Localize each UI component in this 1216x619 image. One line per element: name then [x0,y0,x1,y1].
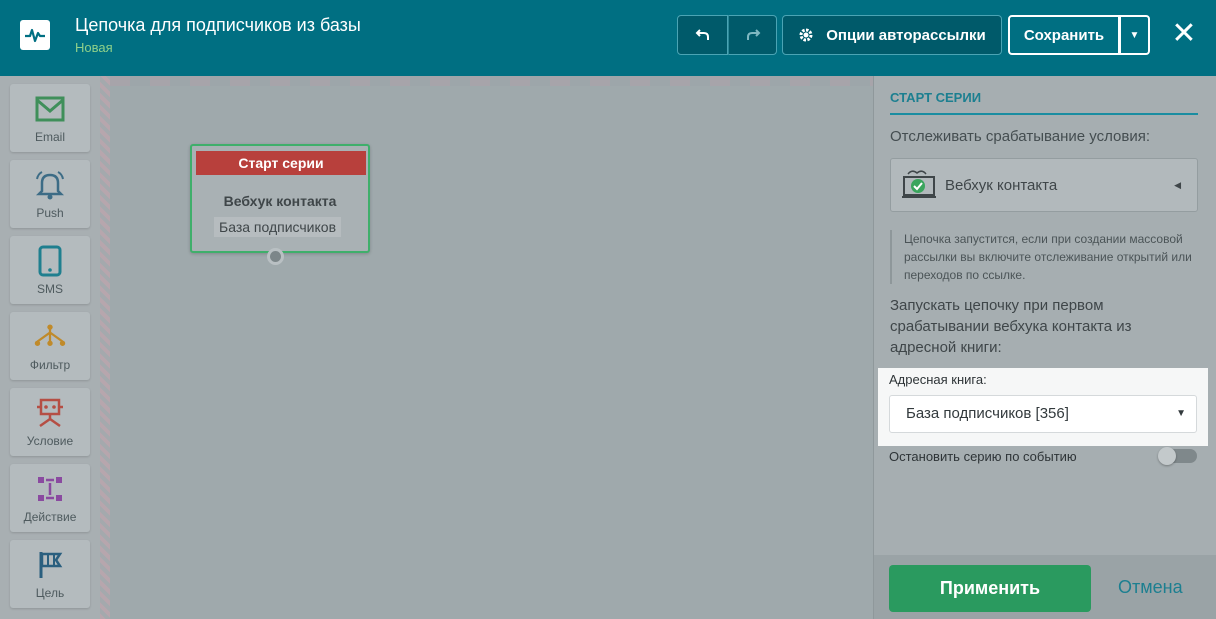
undo-icon [695,29,709,40]
gear-icon [799,28,813,42]
trigger-note: Цепочка запустится, если при создании ма… [890,230,1198,284]
node-addressbook-tag: База подписчиков [214,217,342,237]
stop-series-toggle[interactable] [1158,447,1197,465]
save-dropdown-button[interactable]: ▼ [1120,15,1150,55]
stop-series-label: Остановить серию по событию [889,449,1077,464]
tool-label: Цель [35,586,65,600]
toggle-knob [1158,447,1176,465]
tool-label: Email [34,130,65,144]
settings-panel: СТАРТ СЕРИИ Отслеживать срабатывание усл… [873,76,1216,619]
cancel-button[interactable]: Отмена [1118,577,1183,598]
addressbook-value: База подписчиков [356] [906,405,1069,422]
save-button[interactable]: Сохранить [1008,15,1120,55]
apply-button[interactable]: Применить [889,565,1091,612]
phone-icon [33,244,67,278]
chevron-down-icon: ▼ [1129,29,1140,41]
tool-label: Действие [23,510,77,524]
tool-goal[interactable]: Цель [10,540,90,608]
addressbook-label: Адресная книга: [889,372,987,387]
action-icon [33,472,67,506]
addressbook-field: Адресная книга: База подписчиков [356] ▼ [878,368,1208,446]
filter-icon [33,320,67,354]
page-title: Цепочка для подписчиков из базы [75,15,361,35]
tool-filter[interactable]: Фильтр [10,312,90,380]
node-header: Старт серии [196,151,366,175]
trigger-value: Вебхук контакта [945,176,1058,194]
undo-button[interactable] [677,15,728,55]
flag-icon [33,548,67,582]
caret-left-icon: ◀ [1174,179,1181,190]
save-label: Сохранить [1023,26,1105,44]
tool-label: Условие [26,434,74,448]
tool-sms[interactable]: SMS [10,236,90,304]
pulse-logo-icon [20,20,50,50]
options-label: Опции авторассылки [826,26,986,44]
tool-push[interactable]: Push [10,160,90,228]
webhook-icon [902,170,936,198]
mail-icon [33,92,67,126]
canvas-top-edge [110,76,873,86]
tool-action[interactable]: Действие [10,464,90,532]
trigger-select[interactable]: Вебхук контакта ◀ [890,158,1198,212]
tool-palette: Email Push SMS Фильтр Условие Действие Ц… [0,76,100,619]
status-label: Новая [75,40,113,55]
redo-icon [746,29,760,40]
track-condition-label: Отслеживать срабатывание условия: [890,128,1151,145]
start-series-node[interactable]: Старт серии Вебхук контакта База подписч… [190,144,370,253]
bell-icon [33,168,67,202]
tool-condition[interactable]: Условие [10,388,90,456]
tool-email[interactable]: Email [10,84,90,152]
close-icon[interactable]: ✕ [1168,18,1200,50]
node-output-port[interactable] [267,248,284,265]
panel-heading: СТАРТ СЕРИИ [890,90,1198,115]
condition-icon [33,396,67,430]
tool-label: SMS [36,282,63,296]
addressbook-select[interactable]: База подписчиков [356] ▼ [889,395,1197,433]
top-bar: Цепочка для подписчиков из базы Новая Оп… [0,0,1216,76]
run-description: Запускать цепочку при первом срабатывани… [890,297,1132,356]
palette-divider [100,76,110,619]
tool-label: Фильтр [29,358,71,372]
chevron-down-icon: ▼ [1176,408,1186,419]
node-title: Вебхук контакта [223,193,337,209]
autoresponder-options-button[interactable]: Опции авторассылки [782,15,1002,55]
tool-label: Push [36,206,64,220]
redo-button[interactable] [728,15,777,55]
